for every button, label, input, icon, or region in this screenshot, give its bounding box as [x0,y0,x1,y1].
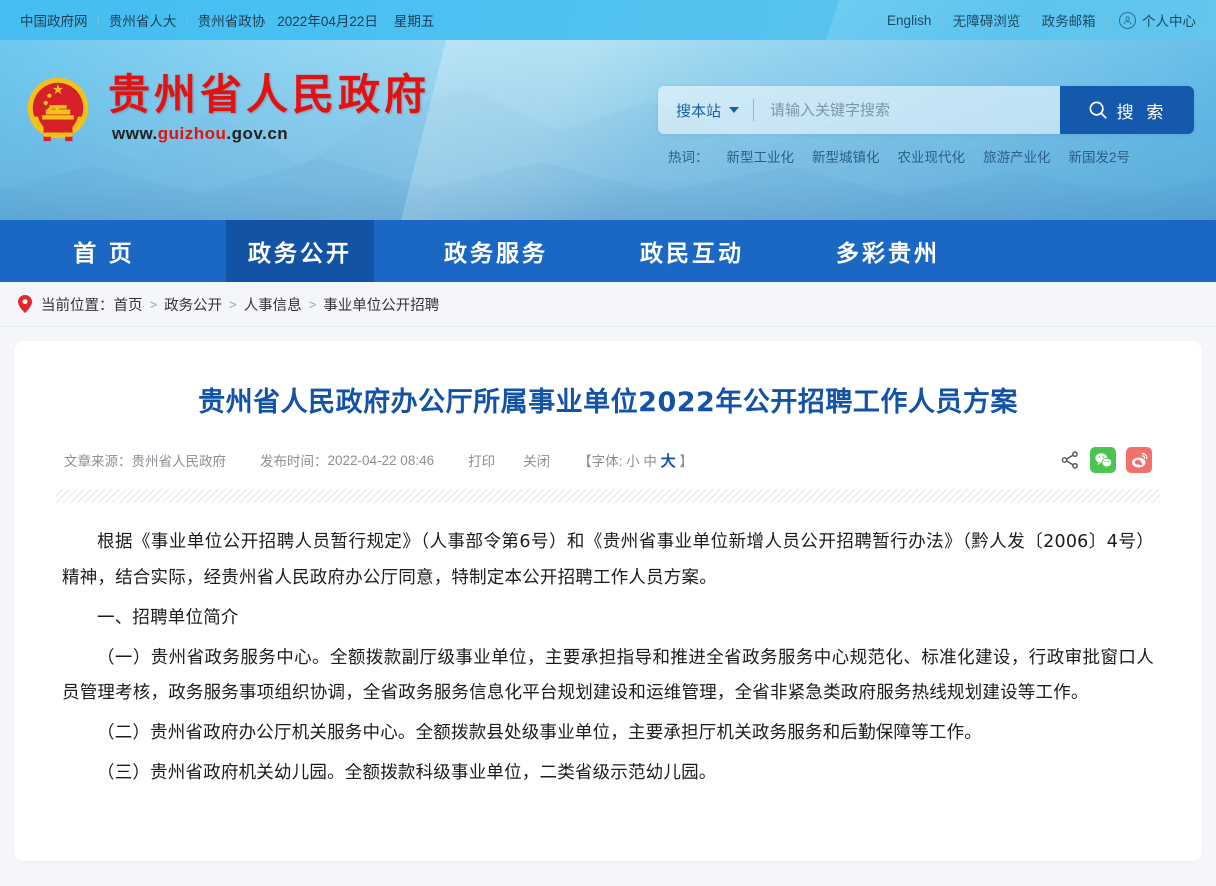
article-paragraph: （三）贵州省政府机关幼儿园。全额拨款科级事业单位，二类省级示范幼儿园。 [97,762,717,783]
share-group [1060,447,1152,474]
print-button[interactable]: 打印 [468,450,495,470]
breadcrumb-item-personnel-info[interactable]: 人事信息 [244,294,302,315]
user-circle-icon [1119,11,1136,29]
page-title: 贵州省人民政府办公厅所属事业单位2022年公开招聘工作人员方案 [198,387,1018,418]
article-publish-time-label: 发布时间： [260,454,328,470]
search-button-label: 搜 索 [1116,102,1168,122]
breadcrumb-item-disclosure[interactable]: 政务公开 [164,294,222,315]
article-meta-row: 文章来源： 贵州省人民政府 发布时间： 2022-04-22 08:46 打印 … [56,447,1160,474]
search-input[interactable] [754,101,1060,119]
site-header-banner: 贵州省人民政府 www.guizhou.gov.cn 搜本站 请输入关键字搜索 … [0,40,1216,220]
topbar-separator: | [96,12,100,28]
topbar-separator: | [1029,12,1033,28]
topbar-link-gov-cn[interactable]: 中国政府网 [20,10,88,30]
font-size-medium-button[interactable]: 中 [643,454,657,469]
hatched-divider [56,489,1160,504]
national-emblem-icon [27,77,89,142]
location-pin-icon [18,295,32,313]
article-card: 贵州省人民政府办公厅所属事业单位2022年公开招聘工作人员方案 文章来源： 贵州… [14,341,1202,861]
chevron-down-icon [729,107,740,113]
search-scope-divider [753,99,755,121]
site-brand[interactable]: 贵州省人民政府 www.guizhou.gov.cn [22,72,430,144]
search-button[interactable]: 搜 索 [1060,86,1194,134]
topbar-link-cppcc[interactable]: 贵州省政协 [198,10,266,30]
site-url-tld: .gov.cn [226,123,289,143]
topbar-date: 2022年04月22日 [277,14,378,29]
main-navigation: 首 页 政务公开 政务服务 政民互动 多彩贵州 [0,220,1216,282]
topbar-separator: | [1104,12,1108,28]
topbar-link-accessibility[interactable]: 无障碍浏览 [953,10,1021,30]
topbar-right-links: English | 无障碍浏览 | 政务邮箱 | 个人中心 [887,10,1196,30]
hot-keyword-2[interactable]: 新型城镇化 [812,146,880,166]
weibo-icon[interactable] [1126,447,1152,474]
nav-item-public-interaction[interactable]: 政民互动 [618,220,766,282]
breadcrumb-item-home[interactable]: 首页 [114,294,143,315]
topbar-weekday: 星期五 [393,14,435,29]
hot-keyword-3[interactable]: 农业现代化 [898,146,966,166]
hot-keyword-1[interactable]: 新型工业化 [727,146,795,166]
hot-keywords-label: 热词： [668,150,709,165]
font-size-control: 【字体: 小 中 大 】 [578,450,693,471]
topbar-link-peoples-congress[interactable]: 贵州省人大 [109,10,177,30]
topbar-separator: | [940,12,944,28]
article-publish-time-value: 2022-04-22 08:46 [327,452,435,468]
search-scope-selector[interactable]: 搜本站 [658,100,753,121]
breadcrumb-separator: > [229,296,237,312]
search-box: 搜本站 搜 索 [658,86,1194,134]
article-body: 根据《事业单位公开招聘人员暂行规定》（人事部令第6号）和《贵州省事业单位新增人员… [56,503,1160,831]
site-url-www: www. [112,123,158,143]
article-source-value: 贵州省人民政府 [131,454,227,470]
nav-item-government-services[interactable]: 政务服务 [422,220,570,282]
article-paragraph: （二）贵州省政府办公厅机关服务中心。全额拨款县处级事业单位，主要承担厅机关政务服… [97,722,982,743]
article-paragraph: （一）贵州省政务服务中心。全额拨款副厅级事业单位，主要承担指导和推进全省政务服务… [62,647,1154,704]
topbar-link-gov-mail[interactable]: 政务邮箱 [1042,10,1096,30]
hot-keyword-4[interactable]: 旅游产业化 [983,146,1051,166]
font-size-large-button[interactable]: 大 [661,453,676,470]
site-title: 贵州省人民政府 [108,70,431,120]
nav-item-home[interactable]: 首 页 [30,220,178,282]
topbar-link-english[interactable]: English [887,13,931,28]
site-url-name: guizhou [157,123,227,143]
breadcrumb-separator: > [149,296,158,312]
site-url: www.guizhou.gov.cn [112,124,430,144]
close-button[interactable]: 关闭 [523,450,550,470]
wechat-icon[interactable] [1090,447,1116,474]
topbar-left-links: 中国政府网 | 贵州省人大 | 贵州省政协 2022年04月22日 星期五 [20,10,434,30]
hot-keyword-5[interactable]: 新国发2号 [1069,146,1131,166]
topbar-separator: | [185,12,189,28]
nav-item-colorful-guizhou[interactable]: 多彩贵州 [814,220,962,282]
topbar-link-personal-center[interactable]: 个人中心 [1142,10,1196,30]
article-section-heading: 一、招聘单位简介 [97,607,239,628]
breadcrumb-label: 当前位置： [41,297,114,314]
hot-keywords-row: 热词： 新型工业化 新型城镇化 农业现代化 旅游产业化 新国发2号 [658,146,1194,166]
top-utility-bar: 中国政府网 | 贵州省人大 | 贵州省政协 2022年04月22日 星期五 En… [0,0,1216,40]
search-icon [1089,101,1107,119]
breadcrumb: 当前位置： 首页 > 政务公开 > 人事信息 > 事业单位公开招聘 [0,282,1216,327]
article-source-label: 文章来源： [64,454,132,470]
article-paragraph: 根据《事业单位公开招聘人员暂行规定》（人事部令第6号）和《贵州省事业单位新增人员… [62,532,1154,589]
nav-item-government-disclosure[interactable]: 政务公开 [226,220,374,282]
site-search-area: 搜本站 搜 索 热词： 新型工业化 新型城镇化 农业现代化 旅游 [658,86,1194,166]
breadcrumb-separator: > [308,296,317,312]
search-scope-label: 搜本站 [676,102,722,120]
font-size-suffix: 】 [679,453,693,469]
font-size-prefix: 【字体: [578,453,623,469]
font-size-small-button[interactable]: 小 [626,454,640,469]
breadcrumb-item-public-recruitment[interactable]: 事业单位公开招聘 [323,294,439,315]
share-nodes-icon[interactable] [1060,450,1080,470]
